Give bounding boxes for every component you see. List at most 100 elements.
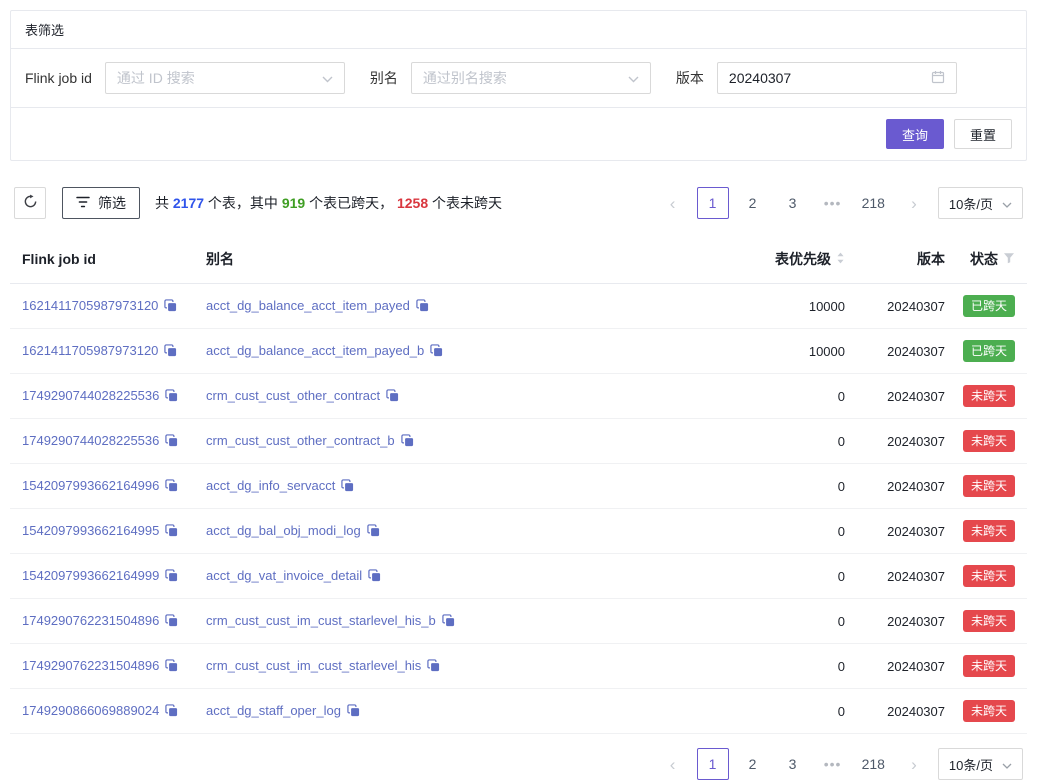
page-size-label: 10条/页: [949, 755, 993, 774]
flink-job-id-link[interactable]: 1749290744028225536: [22, 433, 159, 448]
alias-link[interactable]: acct_dg_vat_invoice_detail: [206, 568, 362, 583]
alias-link[interactable]: crm_cust_cust_other_contract_b: [206, 433, 395, 448]
alias-link[interactable]: acct_dg_balance_acct_item_payed: [206, 298, 410, 313]
table-row: 1749290762231504896 crm_cust_cust_im_cust…: [10, 644, 1027, 689]
bottom-pagination-bar: ‹123•••218› 10条/页: [10, 748, 1027, 780]
reset-button[interactable]: 重置: [954, 119, 1012, 149]
filter-panel-title: 表筛选: [11, 11, 1026, 49]
status-badge: 未跨天: [963, 655, 1015, 677]
status-badge: 已跨天: [963, 340, 1015, 362]
copy-icon[interactable]: [427, 659, 440, 675]
copy-icon[interactable]: [416, 299, 429, 315]
filter-funnel-icon[interactable]: [1003, 251, 1015, 267]
copy-icon[interactable]: [165, 704, 178, 720]
table-header-row: Flink job id 别名 表优先级 版本 状态: [10, 235, 1027, 284]
flink-job-id-link[interactable]: 1749290762231504896: [22, 613, 159, 628]
next-page-button[interactable]: ›: [898, 748, 930, 780]
refresh-button[interactable]: [14, 187, 46, 219]
alias-link[interactable]: crm_cust_cust_im_cust_starlevel_his_b: [206, 613, 436, 628]
filter-lines-icon: [76, 195, 90, 211]
alias-placeholder: 通过别名搜索: [423, 68, 507, 88]
page-number-1[interactable]: 1: [697, 748, 729, 780]
filter-button[interactable]: 筛选: [62, 187, 140, 219]
version-date-input[interactable]: 20240307: [717, 62, 957, 94]
priority-cell: 0: [725, 689, 847, 734]
copy-icon[interactable]: [430, 344, 443, 360]
col-header-priority[interactable]: 表优先级: [725, 235, 847, 284]
alias-link[interactable]: acct_dg_balance_acct_item_payed_b: [206, 343, 424, 358]
filter-button-label: 筛选: [98, 193, 126, 213]
flink-job-id-link[interactable]: 1749290744028225536: [22, 388, 159, 403]
filter-actions-row: 查询 重置: [11, 108, 1026, 160]
copy-icon[interactable]: [341, 479, 354, 495]
query-button[interactable]: 查询: [886, 119, 944, 149]
page-number-218[interactable]: 218: [857, 748, 890, 780]
copy-icon[interactable]: [165, 479, 178, 495]
table-row: 1749290866069889024 acct_dg_staff_oper_lo…: [10, 689, 1027, 734]
status-badge: 已跨天: [963, 295, 1015, 317]
flink-job-id-select[interactable]: 通过 ID 搜索: [105, 62, 345, 94]
table-toolbar: 筛选 共 2177 个表，其中 919 个表已跨天， 1258 个表未跨天 ‹1…: [10, 187, 1027, 219]
page-number-218[interactable]: 218: [857, 187, 890, 219]
status-badge: 未跨天: [963, 385, 1015, 407]
copy-icon[interactable]: [164, 299, 177, 315]
priority-cell: 0: [725, 599, 847, 644]
page: 表筛选 Flink job id 通过 ID 搜索 别名 通过别名搜索: [0, 0, 1037, 780]
page-number-2[interactable]: 2: [737, 187, 769, 219]
prev-page-button[interactable]: ‹: [657, 187, 689, 219]
page-number-3[interactable]: 3: [777, 748, 809, 780]
table-body: 1621411705987973120 acct_dg_balance_acct_…: [10, 284, 1027, 734]
page-size-select[interactable]: 10条/页: [938, 748, 1023, 780]
flink-job-id-link[interactable]: 1621411705987973120: [22, 343, 158, 358]
chevron-down-icon: [1002, 196, 1012, 211]
table-row: 1621411705987973120 acct_dg_balance_acct_…: [10, 329, 1027, 374]
copy-icon[interactable]: [165, 659, 178, 675]
priority-cell: 10000: [725, 284, 847, 329]
alias-select[interactable]: 通过别名搜索: [411, 62, 651, 94]
col-header-status[interactable]: 状态: [947, 235, 1027, 284]
copy-icon[interactable]: [368, 569, 381, 585]
next-page-button[interactable]: ›: [898, 187, 930, 219]
crossed-count: 919: [282, 195, 305, 211]
page-size-select[interactable]: 10条/页: [938, 187, 1023, 219]
alias-link[interactable]: crm_cust_cust_im_cust_starlevel_his: [206, 658, 421, 673]
page-number-2[interactable]: 2: [737, 748, 769, 780]
alias-link[interactable]: acct_dg_staff_oper_log: [206, 703, 341, 718]
status-badge: 未跨天: [963, 610, 1015, 632]
uncrossed-count: 1258: [397, 195, 428, 211]
alias-field: 别名 通过别名搜索: [370, 62, 651, 94]
copy-icon[interactable]: [401, 434, 414, 450]
copy-icon[interactable]: [165, 524, 178, 540]
status-badge: 未跨天: [963, 565, 1015, 587]
alias-link[interactable]: acct_dg_info_servacct: [206, 478, 335, 493]
table-summary: 共 2177 个表，其中 919 个表已跨天， 1258 个表未跨天: [155, 193, 502, 213]
sorter-icon[interactable]: [836, 251, 845, 268]
copy-icon[interactable]: [165, 614, 178, 630]
flink-job-id-link[interactable]: 1621411705987973120: [22, 298, 158, 313]
flink-job-id-placeholder: 通过 ID 搜索: [117, 68, 195, 88]
page-number-3[interactable]: 3: [777, 187, 809, 219]
copy-icon[interactable]: [367, 524, 380, 540]
copy-icon[interactable]: [442, 614, 455, 630]
flink-job-id-link[interactable]: 1749290866069889024: [22, 703, 159, 718]
copy-icon[interactable]: [165, 569, 178, 585]
flink-job-id-link[interactable]: 1542097993662164996: [22, 478, 159, 493]
prev-page-button[interactable]: ‹: [657, 748, 689, 780]
page-number-1[interactable]: 1: [697, 187, 729, 219]
filter-fields-row: Flink job id 通过 ID 搜索 别名 通过别名搜索: [11, 49, 1026, 108]
copy-icon[interactable]: [165, 389, 178, 405]
alias-link[interactable]: acct_dg_bal_obj_modi_log: [206, 523, 361, 538]
flink-job-id-link[interactable]: 1749290762231504896: [22, 658, 159, 673]
flink-job-id-link[interactable]: 1542097993662164999: [22, 568, 159, 583]
version-cell: 20240307: [847, 599, 947, 644]
status-badge: 未跨天: [963, 700, 1015, 722]
alias-label: 别名: [370, 68, 398, 88]
flink-job-id-link[interactable]: 1542097993662164995: [22, 523, 159, 538]
alias-link[interactable]: crm_cust_cust_other_contract: [206, 388, 380, 403]
copy-icon[interactable]: [164, 344, 177, 360]
page-ellipsis: •••: [817, 748, 849, 780]
copy-icon[interactable]: [165, 434, 178, 450]
copy-icon[interactable]: [386, 389, 399, 405]
priority-cell: 0: [725, 509, 847, 554]
copy-icon[interactable]: [347, 704, 360, 720]
